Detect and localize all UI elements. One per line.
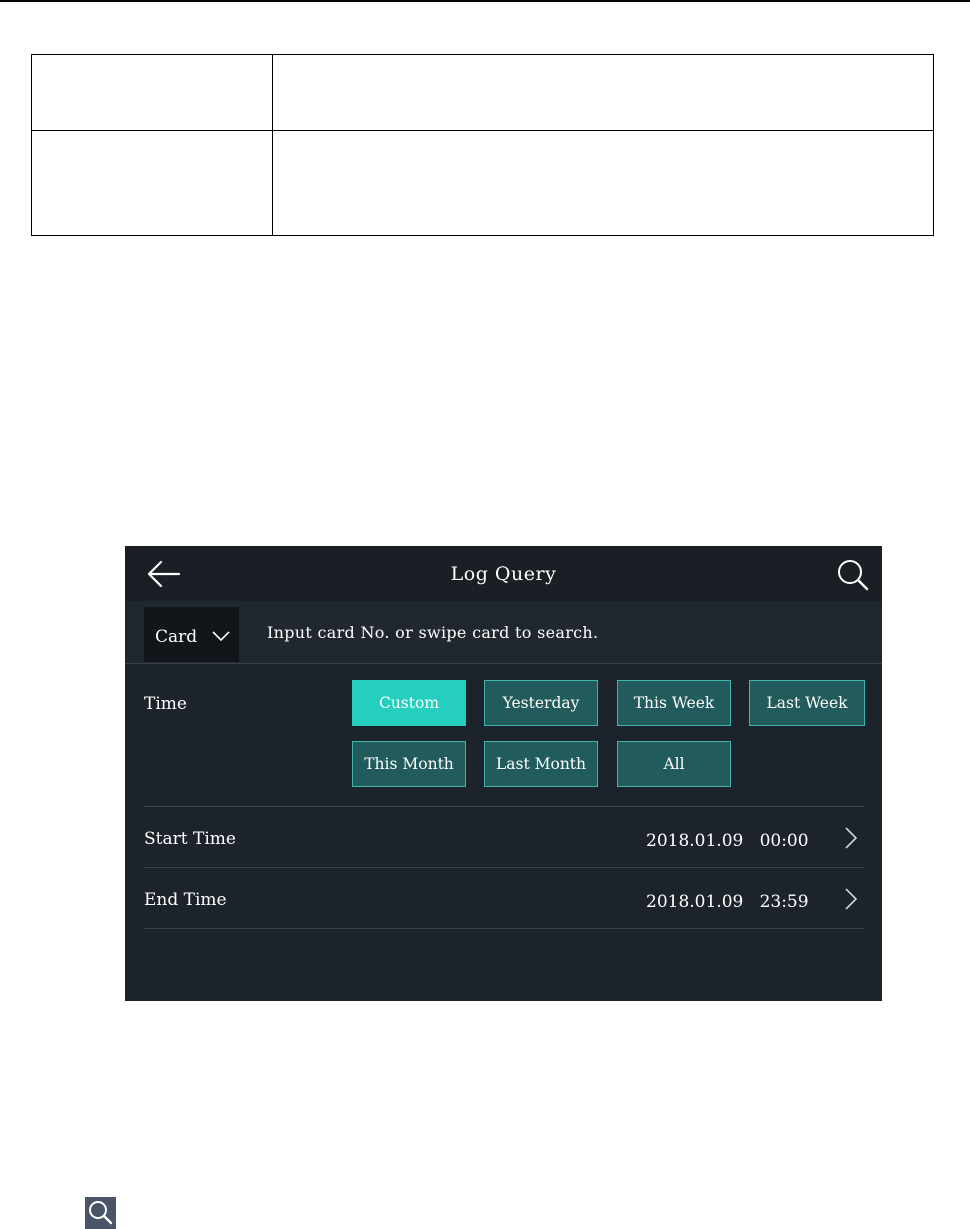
table-cell bbox=[272, 54, 934, 131]
end-time-label[interactable]: End Time bbox=[144, 890, 227, 910]
search-type-dropdown[interactable]: Card bbox=[144, 607, 239, 662]
search-icon[interactable] bbox=[836, 558, 870, 592]
end-date: 2018.01.09 bbox=[646, 892, 744, 912]
end-clock: 23:59 bbox=[759, 892, 809, 912]
search-type-label: Card bbox=[155, 627, 198, 647]
end-time-value[interactable]: 2018.01.09 23:59 bbox=[646, 892, 809, 912]
table-row bbox=[31, 54, 934, 131]
page-title: Log Query bbox=[450, 563, 557, 585]
table-cell bbox=[31, 130, 273, 236]
time-option-last-month[interactable]: Last Month bbox=[484, 741, 598, 787]
time-option-all[interactable]: All bbox=[617, 741, 731, 787]
chevron-down-icon bbox=[212, 631, 230, 642]
time-label: Time bbox=[144, 694, 187, 714]
table-cell bbox=[272, 130, 934, 236]
log-query-screen: Log Query Card Input card No. or swipe c… bbox=[125, 546, 882, 1001]
table-row bbox=[31, 130, 934, 236]
chevron-right-icon[interactable] bbox=[844, 887, 858, 911]
document-table bbox=[31, 54, 934, 236]
divider bbox=[144, 867, 864, 868]
search-bar: Card Input card No. or swipe card to sea… bbox=[125, 601, 882, 664]
chevron-right-icon[interactable] bbox=[844, 826, 858, 850]
time-option-this-month[interactable]: This Month bbox=[352, 741, 466, 787]
time-option-last-week[interactable]: Last Week bbox=[749, 680, 865, 726]
table-cell bbox=[31, 54, 273, 131]
start-time-value[interactable]: 2018.01.09 00:00 bbox=[646, 831, 809, 851]
start-time-label[interactable]: Start Time bbox=[144, 829, 236, 849]
time-option-yesterday[interactable]: Yesterday bbox=[484, 680, 598, 726]
start-date: 2018.01.09 bbox=[646, 831, 744, 851]
title-bar: Log Query bbox=[125, 546, 882, 601]
time-option-custom[interactable]: Custom bbox=[352, 680, 466, 726]
start-clock: 00:00 bbox=[759, 831, 809, 851]
time-option-this-week[interactable]: This Week bbox=[617, 680, 731, 726]
search-input[interactable]: Input card No. or swipe card to search. bbox=[267, 623, 598, 642]
divider bbox=[144, 806, 864, 807]
divider bbox=[144, 928, 864, 929]
header-rule bbox=[0, 0, 970, 2]
search-icon bbox=[85, 1197, 116, 1229]
